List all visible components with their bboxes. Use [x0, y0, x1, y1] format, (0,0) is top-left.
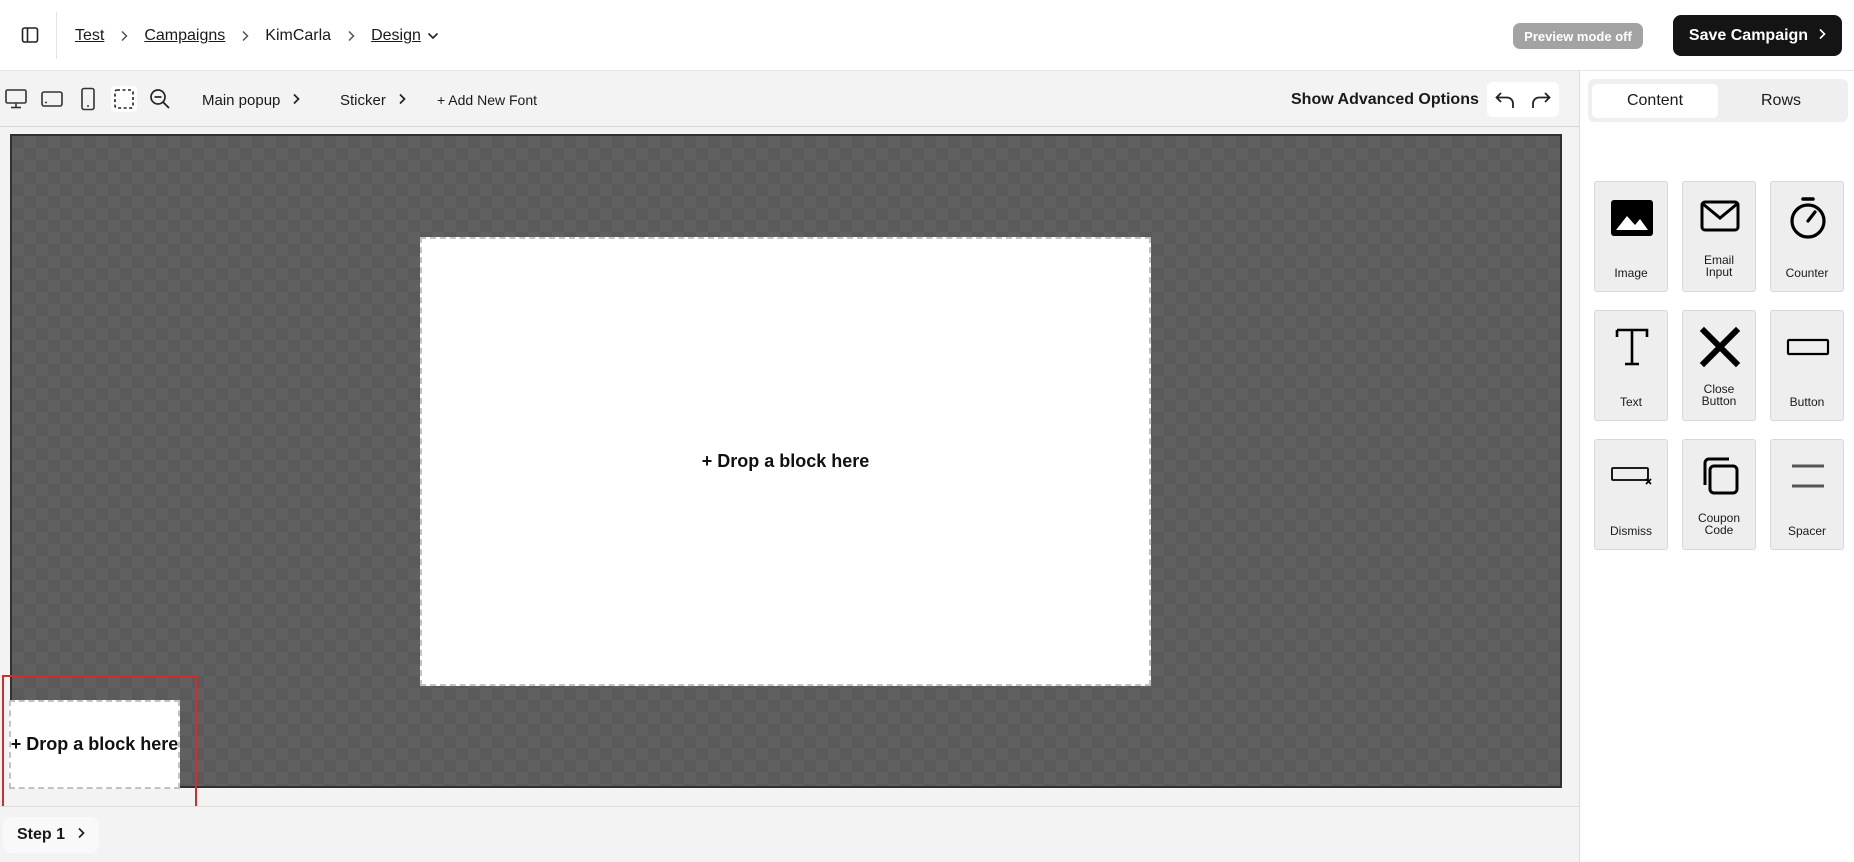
- image-icon: [1595, 196, 1669, 240]
- block-spacer-label: Spacer: [1787, 524, 1827, 538]
- block-text[interactable]: Text: [1594, 310, 1668, 421]
- tab-rows[interactable]: Rows: [1718, 84, 1844, 118]
- block-close-button[interactable]: Close Button: [1682, 310, 1756, 421]
- sticker-label: Sticker: [340, 91, 386, 109]
- breadcrumb-campaigns[interactable]: Campaigns: [144, 27, 225, 45]
- save-campaign-label: Save Campaign: [1688, 26, 1809, 44]
- redo-icon[interactable]: [1526, 85, 1556, 115]
- chevron-right-icon: [292, 92, 301, 109]
- breadcrumb-campaign-name: KimCarla: [265, 27, 332, 44]
- blocks-grid: Image Email Input Counter Text Close But…: [1594, 181, 1844, 550]
- breadcrumb-test[interactable]: Test: [75, 27, 104, 45]
- preview-mode-toggle[interactable]: Preview mode off: [1513, 23, 1643, 49]
- undo-redo-group: [1487, 82, 1559, 117]
- show-advanced-options-button[interactable]: Show Advanced Options: [1291, 89, 1479, 111]
- breadcrumb-design: Design: [371, 27, 421, 44]
- chevron-right-icon: [398, 92, 406, 109]
- sidebar-toggle-icon[interactable]: [20, 25, 40, 45]
- block-dismiss[interactable]: Dismiss: [1594, 439, 1668, 550]
- mobile-icon[interactable]: [75, 86, 101, 112]
- block-close-button-label-line2: Button: [1701, 394, 1737, 408]
- block-dismiss-label: Dismiss: [1610, 524, 1652, 538]
- main-popup-label: Main popup: [202, 91, 281, 109]
- tablet-landscape-icon[interactable]: [39, 86, 65, 112]
- step-1-button[interactable]: Step 1: [3, 817, 99, 853]
- block-email-input-label: Email Input: [1685, 254, 1753, 278]
- text-icon: [1595, 325, 1669, 369]
- button-shape-icon: [1771, 325, 1845, 369]
- breadcrumb: Test Campaigns KimCarla Design: [75, 24, 439, 48]
- block-coupon-code[interactable]: Coupon Code: [1682, 439, 1756, 550]
- chevron-right-icon: [120, 30, 128, 42]
- tab-content[interactable]: Content: [1592, 83, 1718, 118]
- zoom-out-icon[interactable]: [147, 86, 173, 112]
- block-counter[interactable]: Counter: [1770, 181, 1844, 292]
- main-popup-drop-label[interactable]: + Drop a block here: [702, 451, 870, 472]
- block-image[interactable]: Image: [1594, 181, 1668, 292]
- toolbar-crumb-main-popup[interactable]: Main popup: [202, 89, 301, 111]
- block-coupon-code-label: Coupon Code: [1685, 512, 1753, 536]
- step-label: Step 1: [16, 826, 65, 843]
- chevron-right-icon: [1818, 27, 1826, 45]
- block-close-button-label: Close Button: [1685, 383, 1753, 407]
- undo-icon[interactable]: [1490, 85, 1520, 115]
- save-campaign-button[interactable]: Save Campaign: [1673, 15, 1842, 56]
- header-divider: [56, 12, 57, 59]
- sticker-drop-label[interactable]: + Drop a block here: [11, 734, 179, 755]
- block-counter-label: Counter: [1785, 266, 1829, 280]
- block-email-input[interactable]: Email Input: [1682, 181, 1756, 292]
- chevron-down-icon: [427, 27, 439, 45]
- block-button-label: Button: [1789, 395, 1825, 409]
- stopwatch-icon: [1771, 196, 1845, 240]
- block-email-input-label-line2: Input: [1705, 265, 1733, 279]
- sticker-dropzone[interactable]: + Drop a block here: [9, 700, 180, 789]
- add-new-font-button[interactable]: + Add New Font: [437, 89, 537, 111]
- desktop-icon[interactable]: [3, 86, 29, 112]
- block-coupon-code-label-line2: Code: [1704, 523, 1734, 537]
- panel-tabs: Content Rows: [1588, 79, 1848, 122]
- top-header: Test Campaigns KimCarla Design Preview m…: [0, 0, 1854, 71]
- chevron-right-icon: [77, 826, 85, 844]
- editor-toolbar: Main popup Sticker + Add New Font Show A…: [0, 71, 1579, 127]
- chevron-right-icon: [347, 30, 355, 42]
- spacer-icon: [1771, 454, 1845, 498]
- block-spacer[interactable]: Spacer: [1770, 439, 1844, 550]
- close-icon: [1683, 325, 1757, 369]
- copy-icon: [1683, 454, 1757, 498]
- block-text-label: Text: [1619, 395, 1642, 409]
- breadcrumb-design-dropdown[interactable]: Design: [371, 27, 439, 45]
- blocks-panel: Content Rows Image Email Input Counter T…: [1579, 71, 1854, 862]
- envelope-icon: [1683, 198, 1757, 234]
- main-popup-dropzone[interactable]: + Drop a block here: [420, 237, 1151, 686]
- select-area-icon[interactable]: [111, 86, 137, 112]
- step-bar: Step 1: [0, 806, 1579, 862]
- chevron-right-icon: [241, 30, 249, 42]
- dismiss-icon: [1595, 454, 1669, 498]
- block-button[interactable]: Button: [1770, 310, 1844, 421]
- toolbar-crumb-sticker[interactable]: Sticker: [340, 89, 406, 111]
- block-image-label: Image: [1614, 266, 1648, 280]
